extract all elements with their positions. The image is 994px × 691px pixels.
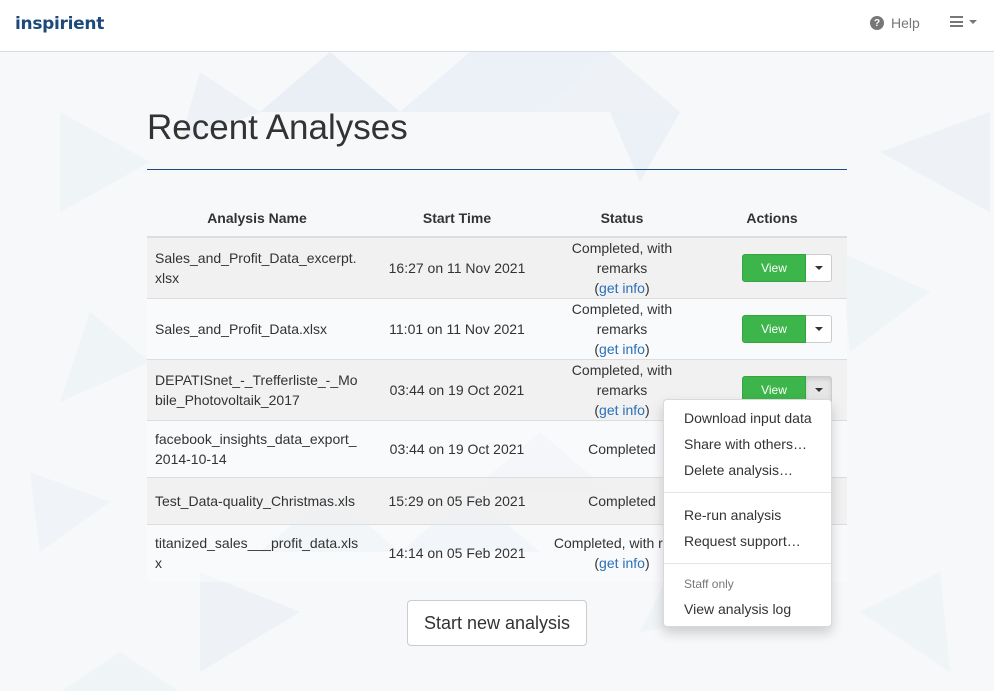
title-divider: [147, 169, 847, 170]
hamburger-menu-icon: [950, 16, 963, 27]
status-cell: Completed, with remarks (get info): [547, 236, 697, 299]
table-header-row: Analysis Name Start Time Status Actions: [147, 200, 847, 238]
view-button[interactable]: View: [742, 254, 806, 282]
header-actions: Actions: [697, 200, 847, 238]
caret-down-icon: [814, 388, 823, 392]
get-info-link[interactable]: get info: [599, 341, 645, 357]
actions-button-group: View: [742, 315, 847, 343]
get-info-link[interactable]: get info: [599, 280, 645, 296]
actions-dropdown-toggle[interactable]: [806, 315, 832, 343]
view-button[interactable]: View: [742, 315, 806, 343]
page-title: Recent Analyses: [147, 108, 408, 147]
status-cell: Completed, with remarks (get info): [547, 298, 697, 360]
brand-logo[interactable]: inspirient: [15, 14, 104, 34]
start-time: 14:14 on 05 Feb 2021: [367, 524, 547, 582]
analysis-name: Sales_and_Profit_Data.xlsx: [147, 298, 367, 360]
top-navbar: inspirient ? Help: [0, 0, 994, 52]
start-time: 03:44 on 19 Oct 2021: [367, 420, 547, 478]
caret-down-icon: [969, 19, 977, 24]
start-time: 03:44 on 19 Oct 2021: [367, 359, 547, 421]
actions-button-group: View: [742, 254, 847, 282]
analysis-name: DEPATISnet_-_Trefferliste_-_Mobile_Photo…: [147, 359, 367, 421]
help-label: Help: [891, 15, 920, 31]
analysis-name: facebook_insights_data_export_2014-10-14: [147, 420, 367, 478]
status-text: Completed: [588, 493, 656, 509]
start-new-analysis-button[interactable]: Start new analysis: [407, 600, 587, 646]
status-text: Completed, with remarks: [571, 362, 673, 398]
menu-item-delete-analysis[interactable]: Delete analysis…: [664, 457, 831, 483]
menu-divider: [664, 492, 831, 493]
get-info-link[interactable]: get info: [599, 555, 645, 571]
status-text: Completed, with remarks: [571, 240, 673, 276]
status-text: Completed, with remarks: [571, 301, 673, 337]
table-row: Sales_and_Profit_Data_excerpt.xlsx 16:27…: [147, 236, 847, 299]
get-info-link[interactable]: get info: [599, 402, 645, 418]
caret-down-icon: [814, 266, 823, 270]
question-circle-icon: ?: [870, 16, 884, 30]
status-text: Completed: [588, 441, 656, 457]
actions-cell: View: [697, 298, 847, 360]
header-status: Status: [547, 200, 697, 238]
table-row: Sales_and_Profit_Data.xlsx 11:01 on 11 N…: [147, 298, 847, 360]
actions-cell: View: [697, 236, 847, 299]
header-start-time: Start Time: [367, 200, 547, 238]
actions-dropdown-toggle[interactable]: [806, 254, 832, 282]
actions-dropdown-menu: Download input data Share with others… D…: [663, 399, 832, 627]
main-menu-toggle[interactable]: [950, 16, 977, 27]
analysis-name: Sales_and_Profit_Data_excerpt.xlsx: [147, 236, 367, 299]
header-analysis-name: Analysis Name: [147, 200, 367, 238]
menu-item-view-analysis-log[interactable]: View analysis log: [664, 596, 831, 622]
caret-down-icon: [814, 327, 823, 331]
menu-header-staff-only: Staff only: [684, 577, 734, 591]
start-time: 15:29 on 05 Feb 2021: [367, 477, 547, 525]
menu-item-rerun-analysis[interactable]: Re-run analysis: [664, 502, 831, 528]
help-link[interactable]: ? Help: [870, 15, 920, 31]
menu-item-download-input-data[interactable]: Download input data: [664, 405, 831, 431]
start-time: 11:01 on 11 Nov 2021: [367, 298, 547, 360]
menu-item-share-with-others[interactable]: Share with others…: [664, 431, 831, 457]
start-time: 16:27 on 11 Nov 2021: [367, 236, 547, 299]
analysis-name: titanized_sales___profit_data.xlsx: [147, 524, 367, 582]
analysis-name: Test_Data-quality_Christmas.xls: [147, 477, 367, 525]
menu-item-request-support[interactable]: Request support…: [664, 528, 831, 554]
menu-divider: [664, 563, 831, 564]
